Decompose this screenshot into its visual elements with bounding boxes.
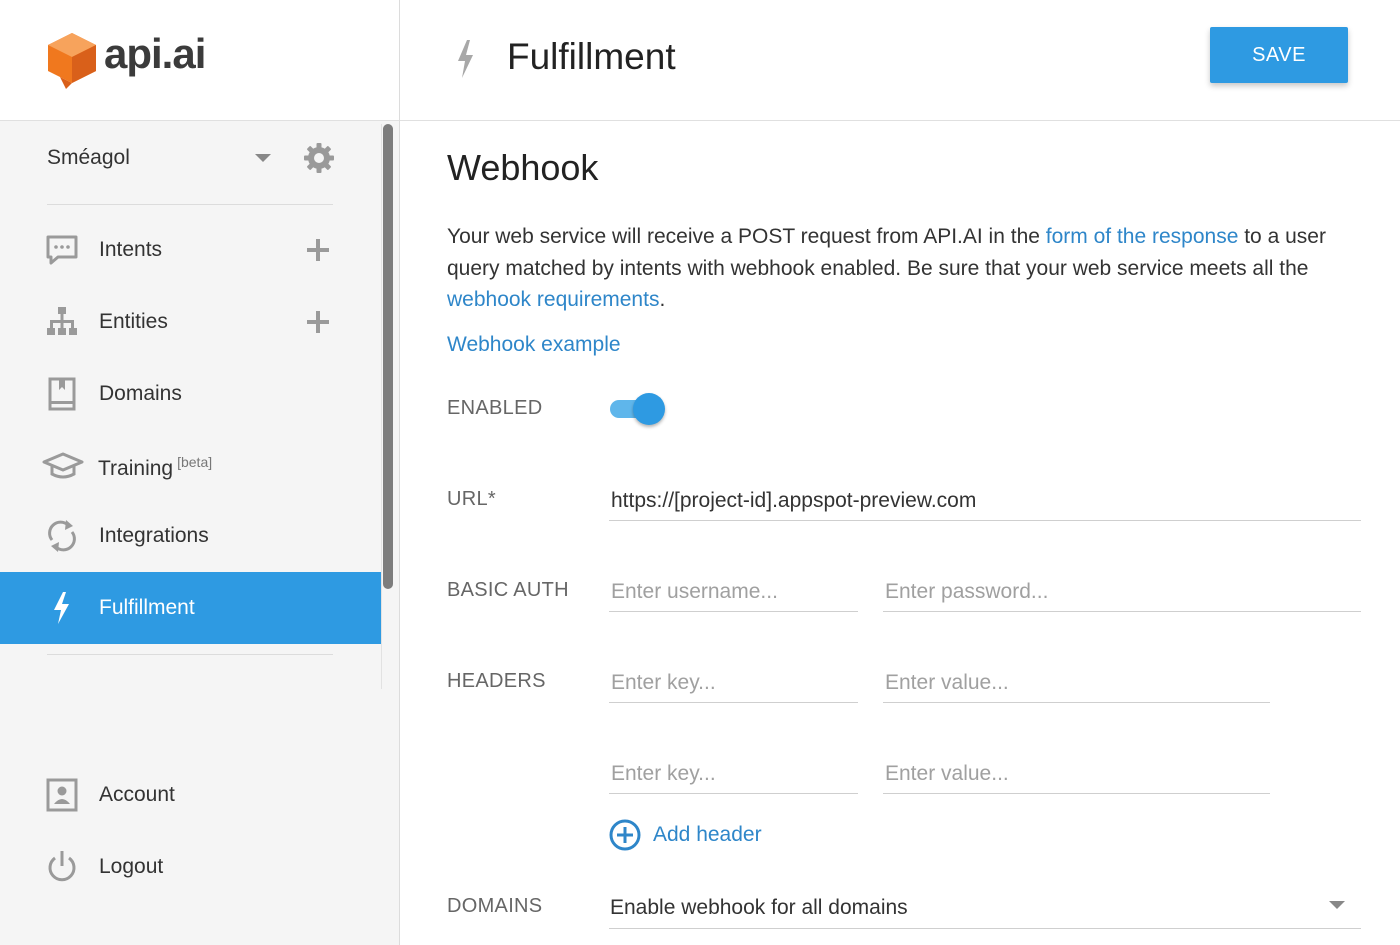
username-field[interactable]: Enter username... [609, 572, 858, 612]
sidebar-item-fulfillment[interactable]: Fulfillment [0, 572, 381, 644]
training-label: Training [98, 457, 174, 480]
add-entity-plus-icon[interactable] [304, 308, 332, 336]
sidebar-item-label: Account [99, 783, 175, 806]
hierarchy-icon [47, 307, 77, 335]
add-intent-plus-icon[interactable] [304, 236, 332, 264]
username-placeholder: Enter username... [611, 580, 778, 603]
domains-label: DOMAINS [447, 895, 543, 917]
url-label: URL* [447, 488, 496, 510]
page-title: Fulfillment [507, 36, 676, 77]
sidebar-item-label: Training [beta] [98, 454, 212, 481]
webhook-description: Your web service will receive a POST req… [447, 221, 1367, 316]
lightning-icon [458, 40, 473, 78]
sidebar-item-logout[interactable]: Logout [0, 831, 381, 903]
section-title: Webhook [447, 147, 599, 188]
header-key-placeholder: Enter key... [611, 671, 716, 694]
beta-badge: [beta] [177, 454, 213, 470]
description-text: Your web service will receive a POST req… [447, 225, 1046, 248]
form-of-response-link[interactable]: form of the response [1046, 225, 1239, 248]
divider [47, 654, 333, 655]
sidebar-item-account[interactable]: Account [0, 759, 381, 831]
url-field[interactable]: https://[project-id].appspot-preview.com [609, 481, 1361, 521]
account-icon [46, 778, 78, 812]
url-value: https://[project-id].appspot-preview.com [611, 489, 977, 512]
sidebar-item-label: Domains [99, 382, 182, 405]
enabled-toggle[interactable] [609, 391, 667, 425]
api-ai-logo-icon[interactable] [46, 31, 98, 89]
password-field[interactable]: Enter password... [883, 572, 1361, 612]
brand-name: api.ai [104, 30, 206, 77]
chat-icon [46, 235, 78, 265]
main-content: Webhook Your web service will receive a … [400, 122, 1400, 945]
header-key-placeholder: Enter key... [611, 762, 716, 785]
domains-select[interactable]: Enable webhook for all domains [609, 889, 1361, 929]
sidebar-item-entities[interactable]: Entities [0, 286, 381, 358]
headers-label: HEADERS [447, 670, 546, 692]
sync-icon [48, 520, 76, 552]
graduation-cap-icon [42, 452, 84, 479]
agent-name: Sméagol [47, 146, 130, 169]
webhook-example-link[interactable]: Webhook example [447, 333, 621, 357]
header-key-field[interactable]: Enter key... [609, 754, 858, 794]
enabled-label: ENABLED [447, 397, 543, 419]
sidebar: api.ai Sméagol Intents Entities Domains … [0, 0, 400, 945]
header-key-field[interactable]: Enter key... [609, 663, 858, 703]
scrollbar-track [381, 124, 382, 689]
password-placeholder: Enter password... [885, 580, 1049, 603]
logo-area: api.ai [0, 0, 399, 121]
gear-icon[interactable] [303, 142, 335, 174]
caret-down-icon[interactable] [255, 154, 271, 162]
description-text: . [659, 288, 666, 311]
sidebar-item-label: Fulfillment [99, 596, 195, 619]
sidebar-item-training[interactable]: Training [beta] [0, 430, 381, 502]
sidebar-item-label: Intents [99, 238, 163, 261]
sidebar-item-label: Integrations [99, 524, 209, 547]
header-value-field[interactable]: Enter value... [883, 754, 1270, 794]
plus-circle-icon [609, 819, 641, 851]
caret-down-icon [1329, 901, 1345, 909]
lightning-icon [54, 592, 69, 624]
domains-selected-value: Enable webhook for all domains [610, 896, 908, 919]
webhook-requirements-link[interactable]: webhook requirements [447, 288, 659, 311]
header-value-field[interactable]: Enter value... [883, 663, 1270, 703]
save-button[interactable]: SAVE [1210, 27, 1348, 83]
header-value-placeholder: Enter value... [885, 671, 1009, 694]
sidebar-scrollbar[interactable] [383, 124, 393, 589]
power-icon [48, 851, 76, 882]
sidebar-item-intents[interactable]: Intents [0, 214, 381, 286]
sidebar-item-integrations[interactable]: Integrations [0, 500, 381, 572]
page-header: Fulfillment SAVE [400, 0, 1400, 121]
divider [47, 204, 333, 205]
toggle-knob [633, 393, 665, 425]
header-value-placeholder: Enter value... [885, 762, 1009, 785]
sidebar-item-label: Entities [99, 310, 168, 333]
sidebar-item-label: Logout [99, 855, 164, 878]
basic-auth-label: BASIC AUTH [447, 579, 569, 601]
agent-selector[interactable]: Sméagol [47, 142, 337, 174]
sidebar-item-domains[interactable]: Domains [0, 358, 381, 430]
add-header-label: Add header [653, 823, 762, 846]
book-icon [48, 377, 76, 411]
